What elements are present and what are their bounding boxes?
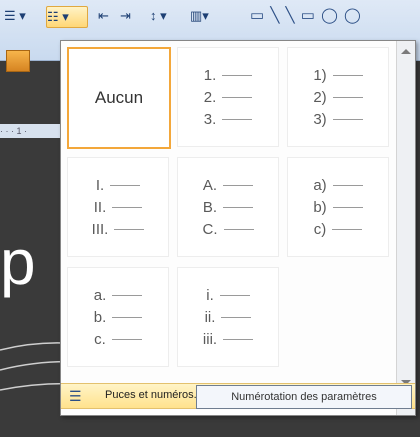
num-label: I. xyxy=(95,176,105,194)
numbering-option-alpha-lower-dot[interactable]: a. b. c. xyxy=(67,267,169,367)
num-label: 3) xyxy=(313,110,327,128)
num-label: III. xyxy=(91,220,109,238)
shapes-gallery-icon[interactable]: ▭ ╲ ╲ ▭ ◯ ◯ xyxy=(250,6,420,26)
columns-icon[interactable]: ▥▾ xyxy=(190,6,209,26)
tooltip: Numérotation des paramètres xyxy=(196,385,412,409)
num-label: i. xyxy=(206,286,214,304)
bullet-list-icon[interactable]: ☰ ▾ xyxy=(4,6,26,26)
num-label: ii. xyxy=(204,308,216,326)
num-label: a. xyxy=(93,286,107,304)
num-label: II. xyxy=(93,198,107,216)
bullets-numbering-label: Puces et numéros... xyxy=(105,389,203,401)
num-label: 1) xyxy=(313,66,327,84)
gallery-scrollbar[interactable] xyxy=(396,41,415,415)
numbered-list-button[interactable]: ☷ ▾ xyxy=(46,6,88,28)
line-spacing-icon[interactable]: ↕ ▾ xyxy=(150,6,167,26)
numbering-none-option[interactable]: Aucun xyxy=(67,47,171,149)
numbering-option-1-dot[interactable]: 1. 2. 3. xyxy=(177,47,279,147)
numbering-option-roman-upper[interactable]: I. II. III. xyxy=(67,157,169,257)
numbering-option-alpha-upper[interactable]: A. B. C. xyxy=(177,157,279,257)
num-label: c) xyxy=(313,220,327,238)
none-label: Aucun xyxy=(94,88,144,107)
scroll-up-icon[interactable] xyxy=(401,49,411,54)
numbering-dropdown: Aucun 1. 2. 3. 1) 2) 3) I. II. III. A. B… xyxy=(60,40,416,416)
num-label: A. xyxy=(202,176,218,194)
increase-indent-icon[interactable]: ⇥ xyxy=(120,6,131,26)
shape-fill-icon[interactable] xyxy=(6,50,30,72)
bullets-numbering-icon: ☰ xyxy=(69,388,82,404)
numbering-option-1-paren[interactable]: 1) 2) 3) xyxy=(287,47,389,147)
num-label: b. xyxy=(93,308,107,326)
decrease-indent-icon[interactable]: ⇤ xyxy=(98,6,109,26)
num-label: 1. xyxy=(203,66,217,84)
num-label: 2) xyxy=(313,88,327,106)
numbering-option-roman-lower[interactable]: i. ii. iii. xyxy=(177,267,279,367)
num-label: C. xyxy=(202,220,218,238)
numbered-list-icon: ☷ ▾ xyxy=(47,9,69,24)
num-label: a) xyxy=(313,176,327,194)
numbering-option-alpha-lower-paren[interactable]: a) b) c) xyxy=(287,157,389,257)
num-label: B. xyxy=(202,198,218,216)
slide-text: p xyxy=(0,226,36,298)
num-label: c. xyxy=(94,330,106,348)
num-label: b) xyxy=(313,198,327,216)
num-label: 2. xyxy=(203,88,217,106)
num-label: iii. xyxy=(202,330,218,348)
num-label: 3. xyxy=(203,110,217,128)
numbering-gallery: Aucun 1. 2. 3. 1) 2) 3) I. II. III. A. B… xyxy=(67,47,389,375)
